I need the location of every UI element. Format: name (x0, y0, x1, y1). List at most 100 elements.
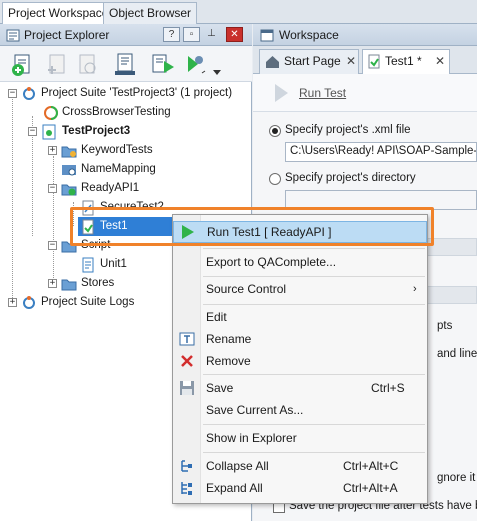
save-icon (180, 381, 194, 395)
menu-label: Source Control (206, 282, 287, 296)
menu-label: Expand All (206, 481, 263, 495)
properties-icon[interactable] (112, 51, 138, 77)
workspace-titlebar: Workspace (253, 24, 477, 46)
tree-item-readyapi[interactable]: − ReadyAPI1 (0, 179, 252, 198)
explorer-toolbar (0, 46, 252, 82)
top-tab-bar: Project Workspace Object Browser (0, 0, 477, 25)
menu-shortcut: Ctrl+Alt+A (343, 481, 398, 495)
tree-item-suite[interactable]: − Project Suite 'TestProject3' (1 projec… (0, 84, 252, 103)
xml-path-input[interactable]: C:\Users\Ready! API\SOAP-Sample-Pro (285, 142, 477, 162)
menu-item-expand-all[interactable]: Expand All Ctrl+Alt+A (173, 477, 427, 499)
chevron-down-icon[interactable] (213, 70, 221, 76)
run-options-icon[interactable] (182, 51, 208, 77)
tree-label: Project Suite Logs (41, 296, 135, 308)
stores-folder-icon (61, 279, 77, 291)
menu-shortcut: Ctrl+S (371, 381, 405, 395)
document-tab-bar: Start Page ✕ Test1 * ✕ (253, 46, 477, 74)
tree-label: Project Suite 'TestProject3' (1 project) (41, 87, 233, 99)
folder-icon (61, 146, 77, 158)
tree-label: Stores (81, 277, 115, 289)
tab-label: Test1 * (385, 54, 422, 68)
menu-shortcut: Ctrl+Alt+C (343, 459, 399, 473)
run-project-icon[interactable] (150, 51, 176, 77)
project-explorer-titlebar: Project Explorer ? ▫ ⊥ ✕ (0, 24, 252, 46)
menu-item-export[interactable]: Export to QAComplete... (173, 251, 427, 273)
menu-label: Remove (206, 354, 251, 368)
tree-item-keywordtests[interactable]: + KeywordTests (0, 141, 252, 160)
menu-label: Show in Explorer (206, 431, 297, 445)
menu-item-remove[interactable]: Remove (173, 350, 427, 372)
project-suite-icon (23, 87, 35, 100)
menu-label: Collapse All (206, 459, 269, 473)
dock-button[interactable]: ▫ (183, 27, 200, 42)
directory-radio[interactable] (269, 173, 281, 185)
close-icon[interactable]: ✕ (435, 50, 445, 73)
run-test-button[interactable]: Run Test (299, 86, 346, 100)
add-item-icon[interactable] (10, 51, 36, 77)
tree-label: ReadyAPI1 (81, 182, 140, 194)
menu-label: Export to QAComplete... (206, 255, 337, 269)
menu-separator (203, 374, 425, 375)
menu-separator (203, 424, 425, 425)
help-button[interactable]: ? (163, 27, 180, 42)
menu-separator (203, 276, 425, 277)
option-fragment: and line (437, 348, 477, 360)
tab-object-browser[interactable]: Object Browser (103, 2, 198, 24)
tree-item-crossbrowser[interactable]: CrossBrowserTesting (0, 103, 252, 122)
project-explorer-icon (6, 29, 20, 42)
close-panel-button[interactable]: ✕ (226, 27, 243, 42)
tree-label: CrossBrowserTesting (62, 106, 171, 118)
menu-item-collapse-all[interactable]: Collapse All Ctrl+Alt+C (173, 455, 427, 477)
menu-item-edit[interactable]: Edit (173, 306, 427, 328)
run-icon[interactable] (273, 83, 289, 103)
menu-label: Save (206, 381, 234, 395)
menu-item-source-control[interactable]: Source Control › (173, 278, 427, 300)
readyapi-folder-icon (61, 184, 77, 196)
tree-label: KeywordTests (81, 144, 153, 156)
name-mapping-icon (62, 165, 76, 176)
tree-label: Unit1 (100, 258, 127, 270)
unit-icon (82, 257, 94, 273)
menu-separator (203, 248, 425, 249)
menu-label: Save Current As... (206, 403, 304, 417)
close-icon[interactable]: ✕ (346, 50, 356, 73)
menu-separator (203, 452, 425, 453)
menu-label: Edit (206, 310, 227, 324)
add-existing-icon[interactable] (44, 51, 70, 77)
menu-separator (203, 304, 425, 305)
crossbrowser-icon (44, 106, 58, 120)
project-icon (42, 124, 56, 140)
collapse-all-icon (181, 460, 192, 472)
tab-test1[interactable]: Test1 * ✕ (362, 49, 450, 74)
tab-start-page[interactable]: Start Page ✕ (259, 49, 359, 74)
context-menu: Run Test1 [ ReadyAPI ] Export to QACompl… (172, 214, 428, 504)
tree-item-project[interactable]: − TestProject3 (0, 122, 252, 141)
submenu-arrow-icon: › (413, 283, 417, 295)
logs-icon (23, 296, 35, 309)
menu-item-save-as[interactable]: Save Current As... (173, 399, 427, 421)
option-fragment: gnore it (437, 472, 476, 484)
tree-label: TestProject3 (62, 125, 131, 137)
tree-item-namemapping[interactable]: NameMapping (0, 160, 252, 179)
test-icon (368, 54, 380, 69)
menu-item-save[interactable]: Save Ctrl+S (173, 377, 427, 399)
tree-label: NameMapping (81, 163, 156, 175)
expand-all-icon (181, 482, 192, 495)
option-fragment: pts (437, 320, 453, 332)
remove-icon (181, 355, 193, 367)
tab-label: Start Page (284, 54, 341, 68)
panel-title: Workspace (279, 28, 339, 42)
xml-file-radio[interactable] (269, 125, 281, 137)
panel-title: Project Explorer (24, 28, 110, 42)
rename-icon (179, 332, 195, 346)
menu-item-rename[interactable]: Rename (173, 328, 427, 350)
tab-project-workspace[interactable]: Project Workspace (2, 2, 115, 25)
pin-button[interactable]: ⊥ (203, 27, 220, 42)
workspace-icon (260, 29, 274, 42)
directory-label: Specify project's directory (285, 172, 416, 184)
menu-label: Rename (206, 332, 252, 346)
annotation-highlight-box (70, 207, 434, 246)
menu-item-show-in-explorer[interactable]: Show in Explorer (173, 427, 427, 449)
run-test-toolbar: Run Test (253, 74, 477, 112)
remove-item-icon[interactable] (74, 51, 100, 77)
